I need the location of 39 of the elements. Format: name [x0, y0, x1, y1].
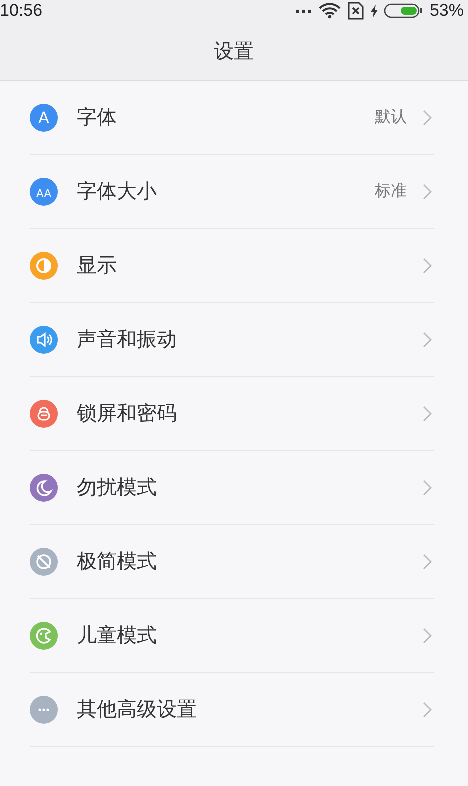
no-sim-icon — [346, 2, 365, 20]
item-label: 勿扰模式 — [77, 474, 158, 501]
settings-item[interactable]: 锁屏和密码 — [30, 377, 434, 451]
item-label: 儿童模式 — [77, 622, 158, 649]
charging-icon — [370, 4, 378, 18]
item-value: 标准 — [375, 181, 407, 202]
battery-percent: 53% — [430, 1, 464, 21]
page-title: 设置 — [214, 38, 254, 64]
chevron-icon — [423, 184, 432, 200]
more-indicator: ... — [294, 3, 313, 19]
chevron-icon — [423, 332, 432, 348]
settings-item[interactable]: 其他高级设置 — [30, 673, 434, 747]
item-label: 其他高级设置 — [77, 696, 198, 723]
font-icon: A — [30, 104, 58, 132]
battery-icon — [384, 3, 424, 19]
chevron-icon — [423, 628, 432, 644]
chevron-icon — [423, 258, 432, 274]
item-label: 极简模式 — [77, 548, 158, 575]
wifi-icon — [318, 3, 341, 19]
chevron-icon — [423, 702, 432, 718]
item-label: 字体大小 — [77, 178, 158, 205]
item-label: 声音和振动 — [77, 326, 178, 353]
status-time: 10:56 — [0, 1, 43, 21]
settings-item[interactable]: A 字体 默认 — [30, 81, 434, 155]
item-label: 显示 — [77, 252, 118, 279]
chevron-icon — [423, 480, 432, 496]
item-label: 字体 — [77, 104, 118, 131]
chevron-icon — [423, 554, 432, 570]
settings-item[interactable]: AA 字体大小 标准 — [30, 155, 434, 229]
chevron-icon — [423, 110, 432, 126]
settings-item[interactable]: 儿童模式 — [30, 599, 434, 673]
item-value: 默认 — [375, 107, 407, 128]
font-icon: AA — [30, 178, 58, 206]
settings-item[interactable]: 显示 — [30, 229, 434, 303]
settings-item[interactable]: 极简模式 — [30, 525, 434, 599]
item-label: 锁屏和密码 — [77, 400, 178, 427]
settings-item[interactable]: 声音和振动 — [30, 303, 434, 377]
chevron-icon — [423, 406, 432, 422]
settings-item[interactable]: 勿扰模式 — [30, 451, 434, 525]
